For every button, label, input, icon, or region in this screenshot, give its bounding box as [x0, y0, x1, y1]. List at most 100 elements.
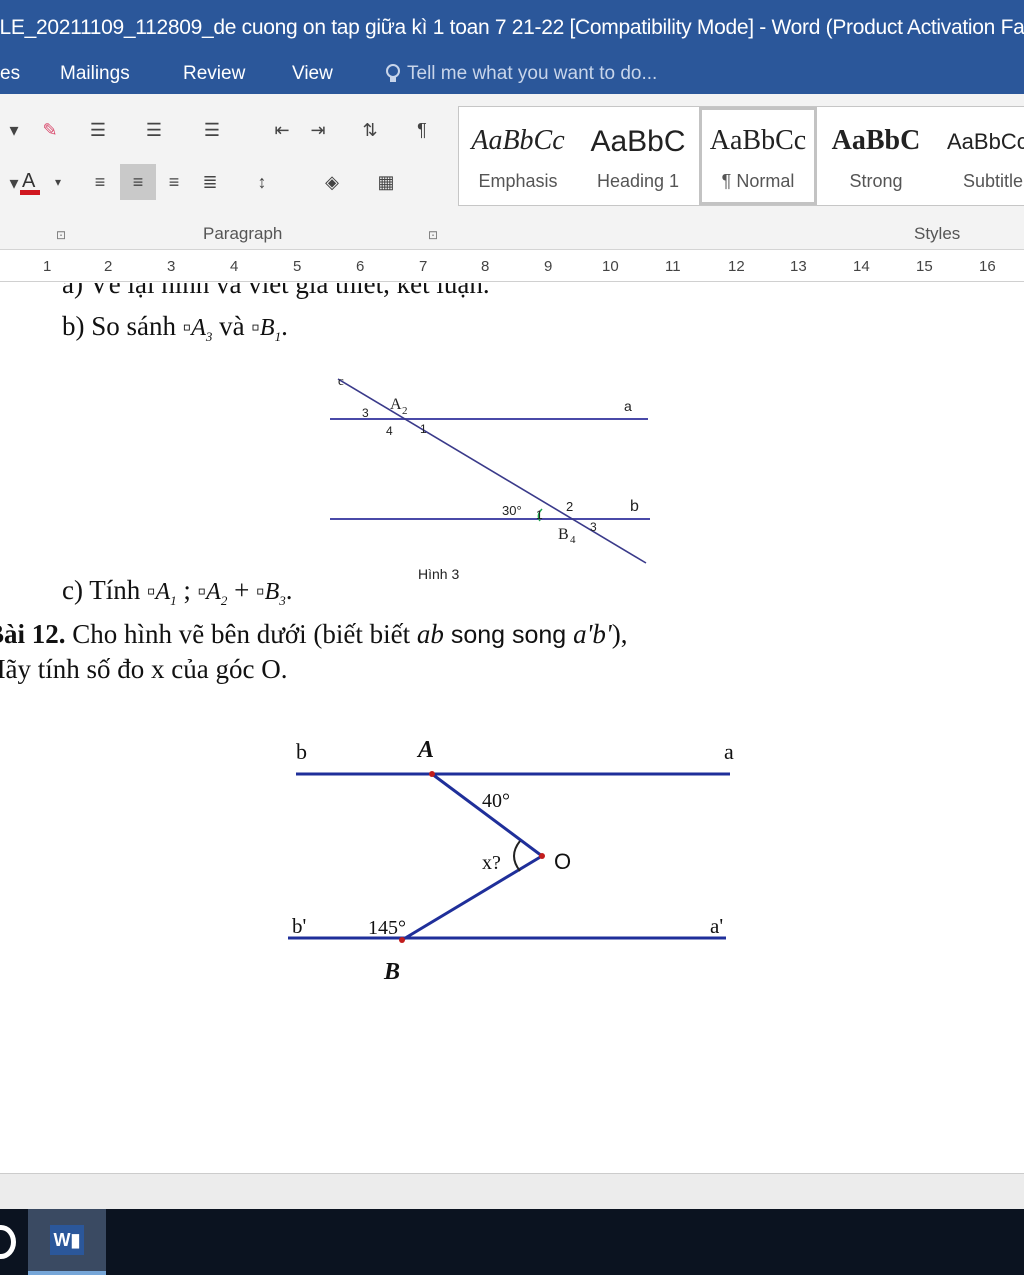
increase-indent-icon[interactable]: ⇥: [304, 116, 332, 144]
cortana-circle-icon[interactable]: [0, 1225, 16, 1259]
style-sample: AaBbC: [590, 125, 686, 158]
tell-me-text: Tell me what you want to do...: [407, 63, 658, 84]
taskbar: W▮: [0, 1209, 1024, 1275]
multilevel-list-icon[interactable]: ☰: [198, 116, 226, 144]
exercise-12-number: Bài 12.: [0, 619, 66, 649]
exercise-12-text: Cho hình vẽ bên dưới (biết biết: [65, 619, 417, 649]
fig2-label-aprime: a': [710, 914, 723, 938]
fig1-caption: Hình 3: [418, 566, 459, 582]
ruler-number: 12: [728, 258, 745, 275]
style-sample: AaBbCc: [947, 129, 1024, 154]
align-center-icon[interactable]: ≡: [120, 164, 156, 200]
ribbon-home: ▾ ✎ ▾ A ▾ ⊡ ☰ ☰ ☰ ⇤ ⇥ ⇅ ¶ ≡ ≡ ≡ ≣ ↕ ◈ ▦ …: [0, 94, 1024, 250]
status-area: [0, 1173, 1024, 1209]
fig2-label-A: A: [416, 737, 434, 763]
fig1-label-c: c: [338, 373, 344, 388]
line-a-partial: a) Vẽ lại hình và viết giả thiết, kết lu…: [62, 283, 490, 299]
horizontal-ruler[interactable]: 1 2 3 4 5 6 7 8 9 10 11 12 13 14 15 16: [0, 252, 1024, 282]
line-spacing-icon[interactable]: ↕: [248, 168, 276, 196]
fig2-label-40deg: 40°: [482, 790, 510, 812]
line-b: b) So sánh ▫A3 và ▫B1.: [62, 311, 288, 344]
fig1-label-4: 4: [386, 424, 393, 438]
align-right-icon[interactable]: ≡: [160, 168, 188, 196]
segment-AO: [431, 772, 543, 858]
ruler-number: 4: [230, 258, 239, 275]
fig1-label-b2: 2: [566, 499, 573, 514]
tell-me-box[interactable]: Tell me what you want to do...: [385, 63, 657, 85]
line-c: c) Tính ▫A1 ; ▫A2 + ▫B3.: [62, 575, 293, 608]
fig2-label-x: x?: [482, 852, 501, 874]
decrease-indent-icon[interactable]: ⇤: [268, 116, 296, 144]
ruler-number: 15: [916, 258, 933, 275]
taskbar-word-button[interactable]: W▮: [28, 1209, 106, 1275]
style-sample: AaBbC: [831, 125, 921, 156]
ruler-number: 8: [481, 258, 490, 275]
style-name: Emphasis: [478, 171, 558, 191]
fig1-label-a: a: [624, 398, 632, 414]
fig1-label-30deg: 30°: [502, 503, 522, 518]
sort-icon[interactable]: ⇅: [356, 116, 384, 144]
font-dialog-launcher-icon[interactable]: ⊡: [56, 228, 66, 242]
tab-view[interactable]: View: [292, 63, 333, 85]
fig1-label-B-sub: 4: [570, 534, 576, 546]
segment-OB: [401, 854, 543, 942]
fig2-label-B: B: [383, 959, 400, 985]
style-name: ¶ Normal: [721, 171, 795, 191]
style-normal[interactable]: AaBbCc ¶ Normal: [699, 107, 817, 205]
fig1-label-b3: 3: [590, 520, 597, 534]
justify-icon[interactable]: ≣: [196, 168, 224, 196]
font-color-icon: A: [20, 170, 40, 195]
bullets-icon[interactable]: ☰: [84, 116, 112, 144]
style-name: Heading 1: [596, 171, 680, 191]
fig2-label-b: b: [296, 739, 307, 764]
style-subtitle[interactable]: AaBbCc Subtitle: [937, 107, 1024, 205]
angle-a1: ▫A1: [146, 579, 177, 608]
angle-x-arc: [513, 840, 521, 872]
ruler-number: 13: [790, 258, 807, 275]
show-hide-icon[interactable]: ¶: [408, 116, 436, 144]
fig1-label-1: 1: [420, 422, 427, 436]
angle-a3: ▫A3: [182, 315, 213, 344]
paragraph-group-label: Paragraph: [203, 224, 283, 243]
align-left-icon[interactable]: ≡: [86, 168, 114, 196]
ruler-number: 2: [104, 258, 113, 275]
ruler-number: 5: [293, 258, 302, 275]
font-color-dropdown[interactable]: ▾: [44, 168, 72, 196]
borders-icon[interactable]: ▦: [372, 168, 400, 196]
title-bar: ILE_20211109_112809_de cuong on tap giữa…: [0, 0, 1024, 56]
style-emphasis[interactable]: AaBbCc Emphasis: [459, 107, 577, 205]
fig1-label-A-sub: 2: [402, 405, 408, 417]
paragraph-dialog-launcher-icon[interactable]: ⊡: [428, 228, 438, 242]
numbering-icon[interactable]: ☰: [140, 116, 168, 144]
fig2-label-145deg: 145°: [368, 917, 406, 939]
document-page[interactable]: a) Vẽ lại hình và viết giả thiết, kết lu…: [0, 283, 1024, 1173]
style-heading-1[interactable]: AaBbC Heading 1: [579, 107, 697, 205]
fig1-label-A: A: [390, 396, 402, 413]
angle-b3: ▫B3: [256, 579, 286, 608]
line-b-and: và: [219, 311, 245, 341]
fig1-label-b: b: [630, 498, 639, 515]
shading-icon[interactable]: ◈: [318, 168, 346, 196]
tab-mailings[interactable]: Mailings: [60, 63, 130, 85]
figure-1: c a b A 2 3 4 1 30° 1 2 B 4 3 Hình 3: [330, 373, 650, 582]
word-app-icon: W▮: [50, 1225, 84, 1255]
lightbulb-icon: [386, 64, 400, 82]
line-b-text: b) So sánh: [62, 311, 176, 341]
ruler-number: 16: [979, 258, 996, 275]
exercise-12-song: song song: [443, 621, 574, 649]
fig2-label-bprime: b': [292, 914, 306, 938]
font-dropdown-arrow[interactable]: ▾: [0, 116, 28, 144]
exercise-12-line-1: Bài 12. Cho hình vẽ bên dưới (biết biết …: [0, 619, 627, 650]
tab-review[interactable]: Review: [183, 63, 245, 85]
ruler-number: 3: [167, 258, 176, 275]
tab-references-partial[interactable]: es: [0, 63, 20, 85]
clear-formatting-icon[interactable]: ✎: [36, 116, 64, 144]
exercise-12-end: ),: [611, 619, 628, 649]
ruler-number: 9: [544, 258, 553, 275]
fig1-label-B: B: [558, 526, 569, 543]
style-name: Subtitle: [963, 171, 1024, 191]
style-strong[interactable]: AaBbC Strong: [817, 107, 935, 205]
font-color-button[interactable]: A: [16, 168, 44, 196]
style-sample: AaBbCc: [709, 125, 807, 156]
styles-group-label: Styles: [914, 224, 961, 243]
